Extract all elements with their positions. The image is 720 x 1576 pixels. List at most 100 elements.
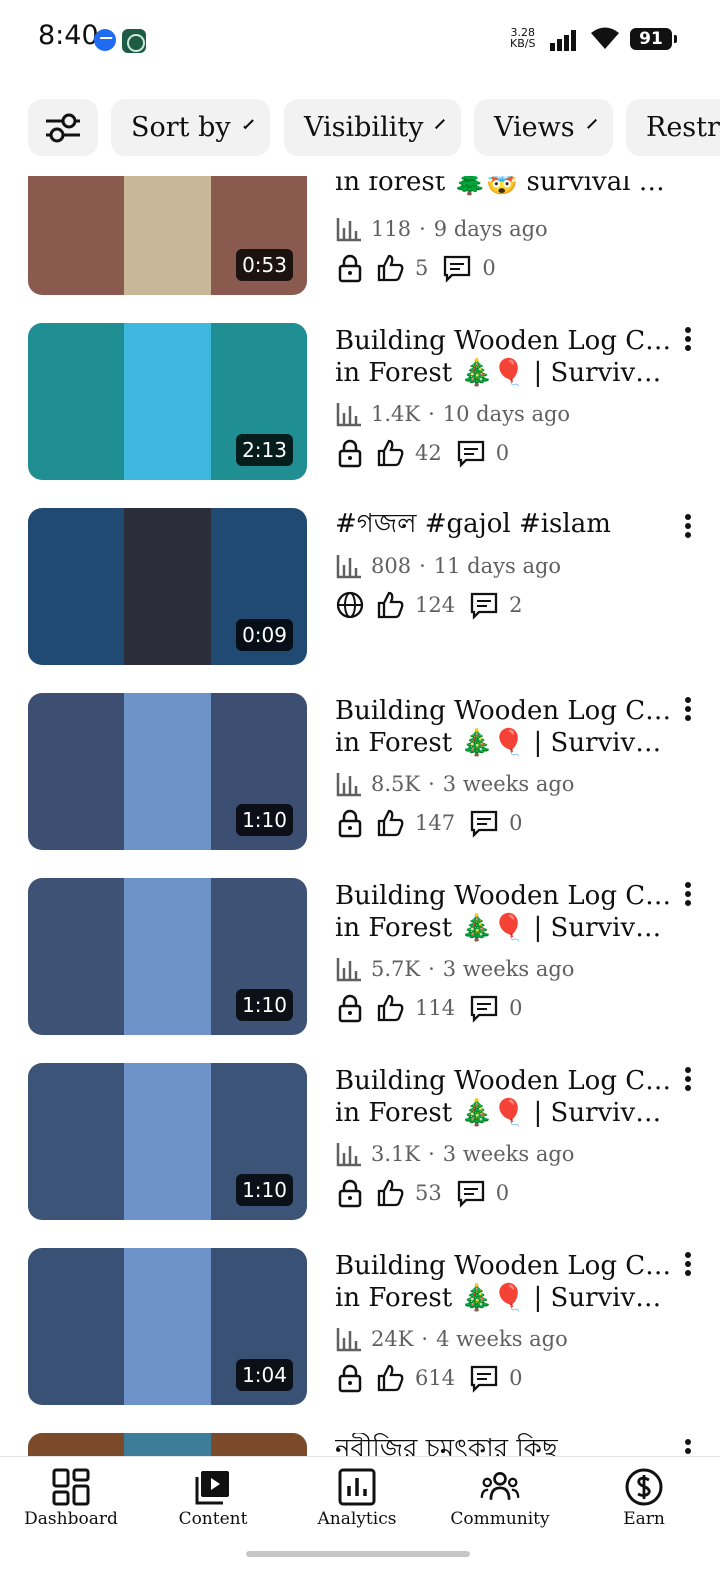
title-line: Building Wooden Log Cabin bbox=[335, 1251, 675, 1281]
like-icon bbox=[377, 994, 404, 1022]
video-row[interactable]: 1:04 Building Wooden Log Cabin in Forest… bbox=[0, 1248, 720, 1406]
video-thumbnail[interactable]: 1:04 bbox=[28, 1248, 307, 1405]
duration-badge: 1:10 bbox=[236, 989, 293, 1021]
title-line: নবীজির চমৎকার কিছু bbox=[335, 1434, 558, 1456]
video-row[interactable]: 1:10 Building Wooden Log Cabin in Forest… bbox=[0, 1063, 720, 1221]
video-stats: 114 0 bbox=[335, 993, 522, 1023]
like-icon bbox=[377, 591, 404, 619]
video-stats: 147 0 bbox=[335, 808, 522, 838]
sort-by-chip[interactable]: Sort by bbox=[111, 99, 270, 156]
duration-badge: 2:13 bbox=[236, 434, 293, 466]
network-speed: 3.28 KB/S bbox=[510, 27, 535, 49]
more-options-button[interactable] bbox=[678, 882, 698, 910]
earn-icon bbox=[625, 1468, 663, 1506]
video-meta: 118 · 9 days ago bbox=[335, 215, 548, 243]
upload-age: 3 weeks ago bbox=[442, 957, 575, 981]
video-thumbnail[interactable]: 1:10 bbox=[28, 878, 307, 1035]
more-options-button[interactable] bbox=[678, 697, 698, 725]
title-line: in Forest 🎄🎈 | Survival … bbox=[335, 1283, 675, 1313]
title-line: Building Wooden Log Cabin bbox=[335, 881, 675, 911]
more-options-button[interactable] bbox=[678, 327, 698, 355]
upload-age: 9 days ago bbox=[433, 217, 548, 241]
bottom-navigation: Dashboard Content Analytics Community Ea… bbox=[0, 1456, 720, 1576]
video-row[interactable]: 0:53 in forest 🌲🤯 survival ho… 118 · 9 day… bbox=[0, 176, 720, 296]
thumbnail-image bbox=[124, 508, 211, 665]
more-options-button[interactable] bbox=[678, 1439, 698, 1456]
nav-dashboard[interactable]: Dashboard bbox=[6, 1463, 136, 1529]
title-line: in forest 🌲🤯 survival ho… bbox=[335, 176, 675, 197]
more-options-button[interactable] bbox=[678, 514, 698, 542]
nav-community[interactable]: Community bbox=[435, 1463, 565, 1529]
like-icon bbox=[377, 1364, 404, 1392]
thumbnail-image bbox=[124, 323, 211, 480]
lock-icon bbox=[338, 809, 362, 838]
video-title[interactable]: Building Wooden Log Cabin in Forest 🎄🎈 |… bbox=[335, 325, 675, 389]
video-title[interactable]: Building Wooden Log Cabin in Forest 🎄🎈 |… bbox=[335, 880, 675, 944]
duration-badge: 1:10 bbox=[236, 1174, 293, 1206]
duration-badge: 0:09 bbox=[236, 619, 293, 651]
thumbnail-image bbox=[124, 1433, 211, 1456]
views-chip[interactable]: Views bbox=[474, 99, 613, 156]
like-count: 614 bbox=[415, 1366, 456, 1390]
video-row[interactable]: নবীজির চমৎকার কিছু bbox=[0, 1433, 720, 1456]
comment-count: 0 bbox=[509, 996, 523, 1020]
video-title[interactable]: #গজল #gajol #islam bbox=[335, 508, 675, 540]
lock-icon bbox=[338, 994, 362, 1023]
video-row[interactable]: 1:10 Building Wooden Log Cabin in Forest… bbox=[0, 878, 720, 1036]
nav-analytics[interactable]: Analytics bbox=[292, 1463, 422, 1529]
video-row[interactable]: 0:09 #গজল #gajol #islam 808 · 11 days ago … bbox=[0, 508, 720, 666]
video-row[interactable]: 2:13 Building Wooden Log Cabin in Forest… bbox=[0, 323, 720, 481]
video-thumbnail[interactable]: 1:10 bbox=[28, 693, 307, 850]
lock-icon bbox=[338, 439, 362, 468]
restrictions-chip[interactable]: Restr bbox=[626, 99, 720, 156]
like-icon bbox=[377, 254, 404, 282]
chip-label: Visibility bbox=[304, 112, 424, 143]
video-meta: 3.1K · 3 weeks ago bbox=[335, 1140, 574, 1168]
video-title[interactable]: Building Wooden Log Cabin in Forest 🎄🎈 |… bbox=[335, 1065, 675, 1129]
video-thumbnail[interactable]: 0:09 bbox=[28, 508, 307, 665]
filter-button[interactable] bbox=[28, 99, 98, 156]
network-speed-unit: KB/S bbox=[510, 37, 536, 50]
video-title[interactable]: Building Wooden Log Cabin in Forest 🎄🎈 |… bbox=[335, 695, 675, 759]
meta-separator: · bbox=[419, 554, 426, 578]
nav-earn[interactable]: Earn bbox=[579, 1463, 709, 1529]
video-row[interactable]: 1:10 Building Wooden Log Cabin in Forest… bbox=[0, 693, 720, 851]
comment-count: 0 bbox=[509, 1366, 523, 1390]
status-time: 8:40 bbox=[38, 20, 99, 51]
battery-icon: 91 bbox=[630, 28, 677, 50]
like-count: 114 bbox=[415, 996, 456, 1020]
video-meta: 808 · 11 days ago bbox=[335, 552, 561, 580]
thumbnail-image bbox=[124, 693, 211, 850]
video-title[interactable]: নবীজির চমৎকার কিছু bbox=[335, 1433, 675, 1456]
analytics-bars-icon bbox=[336, 1328, 361, 1352]
video-title[interactable]: Building Wooden Log Cabin in Forest 🎄🎈 |… bbox=[335, 1250, 675, 1314]
signal-icon bbox=[550, 29, 580, 51]
upload-age: 10 days ago bbox=[442, 402, 571, 426]
video-meta: 5.7K · 3 weeks ago bbox=[335, 955, 574, 983]
video-thumbnail[interactable]: 0:53 bbox=[28, 176, 307, 295]
like-icon bbox=[377, 1179, 404, 1207]
lock-icon bbox=[338, 1179, 362, 1208]
video-title[interactable]: in forest 🌲🤯 survival ho… bbox=[335, 176, 675, 198]
nav-content[interactable]: Content bbox=[148, 1463, 278, 1529]
app-notification-icon bbox=[122, 29, 146, 53]
like-count: 147 bbox=[415, 811, 456, 835]
comment-icon bbox=[444, 255, 471, 283]
dashboard-icon bbox=[52, 1468, 90, 1506]
more-options-button[interactable] bbox=[678, 1252, 698, 1280]
video-list[interactable]: 0:53 in forest 🌲🤯 survival ho… 118 · 9 day… bbox=[0, 176, 720, 1456]
thumbnail-image bbox=[124, 1248, 211, 1405]
video-stats: 42 0 bbox=[335, 438, 509, 468]
more-options-button[interactable] bbox=[678, 1067, 698, 1095]
nav-label: Analytics bbox=[317, 1509, 397, 1529]
video-thumbnail[interactable] bbox=[28, 1433, 307, 1456]
globe-icon bbox=[336, 591, 364, 619]
visibility-chip[interactable]: Visibility bbox=[284, 99, 461, 156]
status-bar: 8:40 3.28 KB/S 91 bbox=[0, 0, 720, 80]
video-thumbnail[interactable]: 2:13 bbox=[28, 323, 307, 480]
chevron-down-icon bbox=[242, 118, 254, 129]
view-count: 3.1K bbox=[371, 1142, 421, 1166]
upload-age: 3 weeks ago bbox=[442, 1142, 575, 1166]
video-thumbnail[interactable]: 1:10 bbox=[28, 1063, 307, 1220]
meta-separator: · bbox=[428, 957, 435, 981]
